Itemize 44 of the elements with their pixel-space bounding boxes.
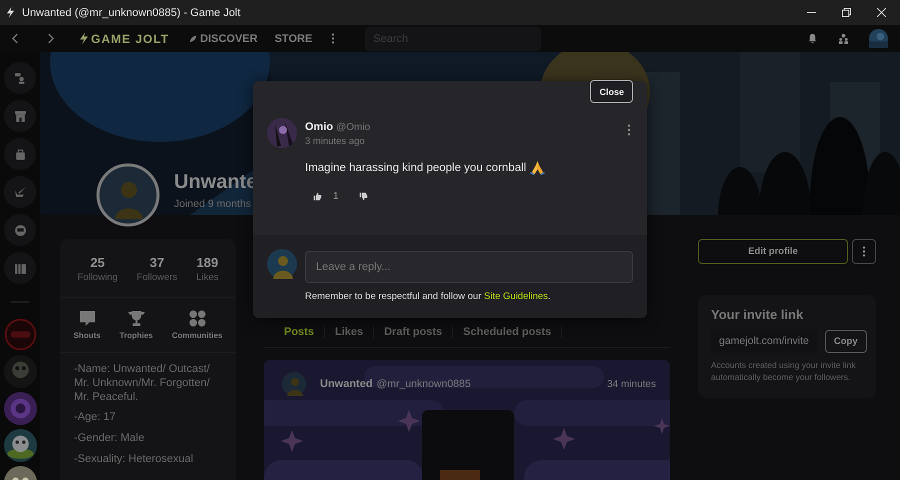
window-title: Unwanted (@mr_unknown0885) - Game Jolt (22, 6, 240, 18)
tab[interactable]: Draft posts (374, 326, 454, 338)
speech-bubble-icon[interactable] (78, 310, 97, 327)
stat-count[interactable]: 25 (90, 255, 105, 270)
bio-text: -Age: 17 (74, 411, 117, 425)
nav-link[interactable]: STORE (274, 32, 312, 44)
bio-text: -Gender: Male (74, 432, 146, 446)
tab[interactable]: Scheduled posts (453, 326, 562, 338)
stat-count[interactable]: 189 (196, 255, 218, 270)
invite-title: Your invite link (711, 307, 804, 322)
bag-icon[interactable] (4, 138, 36, 170)
logo[interactable]: GAME JOLT (91, 32, 170, 46)
nav-link[interactable]: DISCOVER (189, 32, 258, 44)
more-icon (862, 246, 866, 257)
lightning-icon (6, 7, 15, 18)
site-guidelines-link[interactable]: Site Guidelines (484, 291, 548, 302)
tab[interactable]: Likes (324, 326, 374, 338)
lightning-icon (79, 32, 89, 45)
stat-label[interactable]: Followers (136, 272, 178, 283)
guidelines-notice: Remember to be respectful and follow our Site Guidelines. (305, 291, 552, 302)
close-icon[interactable] (877, 8, 886, 17)
invite-note: Accounts created using your invite link automatically become your followers. (711, 360, 857, 384)
edit-profile-button[interactable]: Edit profile (698, 239, 848, 264)
forward-icon[interactable] (47, 33, 54, 44)
stat-label[interactable]: Likes (196, 272, 218, 283)
library-icon[interactable] (4, 252, 36, 284)
copy-button[interactable]: Copy (824, 330, 867, 352)
bell-icon[interactable] (807, 33, 818, 44)
restore-icon[interactable] (842, 8, 851, 17)
stat-count[interactable]: 37 (150, 255, 164, 270)
stat-label[interactable]: Following (78, 272, 118, 283)
back-icon[interactable] (12, 33, 19, 44)
store-icon[interactable] (4, 100, 36, 132)
bio-text: -Name: Unwanted/ Outcast/ Mr. Unknown/Mr. Forgotten/ Mr. Peaceful. (74, 363, 211, 404)
four-circles-icon[interactable] (188, 310, 207, 327)
shortcut-label[interactable]: Communities (172, 331, 222, 340)
shortcut-label[interactable]: Shouts (73, 331, 101, 340)
trophy-icon[interactable] (126, 310, 146, 327)
bio-text: -Sexuality: Heterosexual (74, 452, 194, 466)
more-icon[interactable] (331, 33, 336, 44)
users-icon[interactable] (838, 33, 849, 44)
tab[interactable]: Posts (274, 326, 325, 338)
shortcut-label[interactable]: Trophies (120, 331, 153, 340)
reply-field[interactable]: Leave a reply... (305, 251, 633, 283)
